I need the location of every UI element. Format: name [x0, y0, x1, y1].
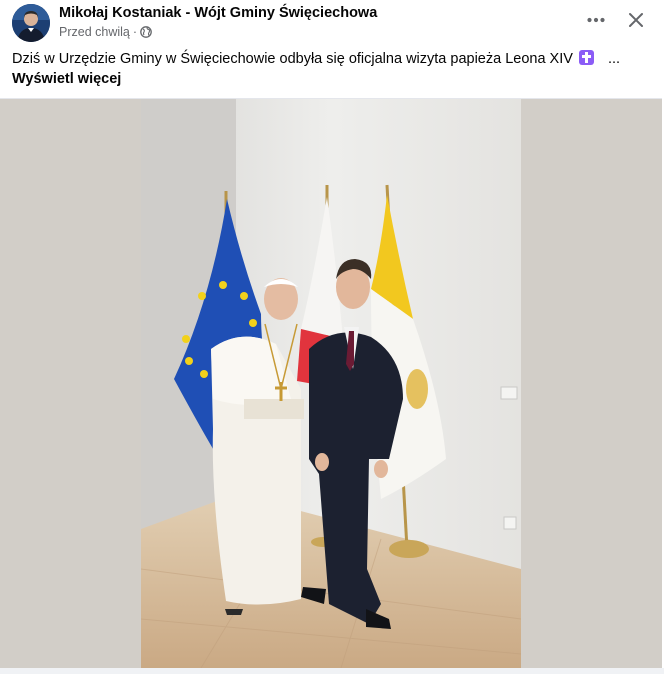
meta-separator: · [132, 25, 138, 39]
post-header: Mikołaj Kostaniak - Wójt Gminy Święciech… [12, 2, 654, 42]
close-button[interactable] [624, 8, 648, 32]
author-name[interactable]: Mikołaj Kostaniak - Wójt Gminy Święciech… [59, 5, 377, 21]
more-options-button[interactable] [584, 10, 608, 30]
post-meta: Przed chwilą · [59, 25, 152, 39]
post-photo[interactable] [141, 99, 521, 668]
post-divider [0, 668, 664, 674]
post-message: Dziś w Urzędzie Gminy w Święciechowie od… [12, 51, 573, 67]
photo-illustration [141, 99, 521, 668]
globe-icon [140, 26, 152, 38]
post-media[interactable] [0, 98, 662, 668]
facebook-post: Mikołaj Kostaniak - Wójt Gminy Święciech… [0, 0, 664, 674]
latin-cross-emoji [578, 50, 594, 65]
author-avatar[interactable] [12, 4, 50, 42]
avatar-image [12, 4, 50, 42]
post-text: Dziś w Urzędzie Gminy w Święciechowie od… [12, 49, 652, 89]
more-horizontal-icon [587, 17, 605, 23]
post-timestamp[interactable]: Przed chwilą [59, 25, 130, 39]
see-more-link[interactable]: Wyświetl więcej [12, 71, 121, 87]
close-icon [629, 13, 643, 27]
text-ellipsis: ... [607, 51, 621, 67]
